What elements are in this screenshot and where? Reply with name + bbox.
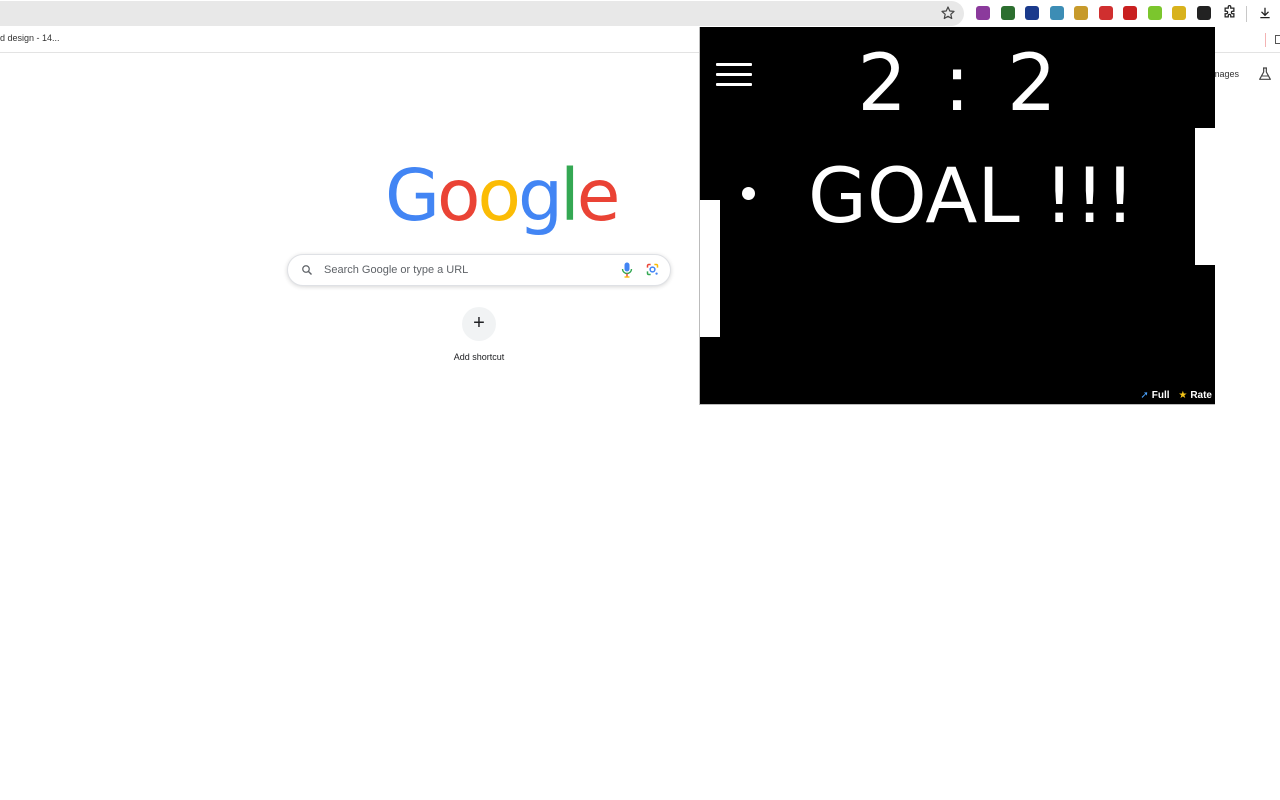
add-shortcut-label: Add shortcut [453, 352, 505, 362]
address-bar[interactable] [0, 1, 964, 26]
logo-letter: g [517, 154, 563, 237]
bookmarks-separator [1265, 33, 1266, 47]
ext-icon-2[interactable] [1001, 6, 1015, 20]
ext-icon-10[interactable] [1197, 6, 1211, 20]
google-logo: Google [385, 158, 620, 234]
search-box[interactable] [287, 254, 671, 286]
ball [742, 187, 755, 200]
logo-letter: e [576, 154, 621, 237]
game-footer: ➚ Full ★ Rate [1134, 390, 1212, 401]
fullscreen-icon: ➚ [1140, 389, 1149, 401]
logo-letter: o [477, 154, 520, 237]
fullscreen-button[interactable]: ➚ Full [1140, 390, 1169, 401]
ext-icon-3[interactable] [1025, 6, 1039, 20]
logo-letter: l [560, 154, 580, 237]
ext-icon-7[interactable] [1123, 6, 1137, 20]
search-input[interactable] [322, 256, 616, 284]
pong-game-popup[interactable]: 2 : 2 GOAL !!! ➚ Full ★ Rate [699, 27, 1215, 405]
puzzle-extensions-icon[interactable] [1222, 5, 1237, 20]
ext-icon-6[interactable] [1099, 6, 1113, 20]
bookmark-star-icon[interactable] [940, 5, 956, 21]
search-icon [302, 265, 312, 275]
labs-flask-icon[interactable] [1257, 66, 1273, 82]
goal-message: GOAL !!! [808, 151, 1136, 240]
logo-letter: o [437, 154, 480, 237]
score-display: 2 : 2 [700, 39, 1215, 129]
add-shortcut-button[interactable]: + [462, 307, 496, 341]
folder-icon[interactable] [1275, 35, 1280, 44]
download-icon[interactable] [1258, 6, 1272, 20]
ext-icon-9[interactable] [1172, 6, 1186, 20]
toolbar-separator [1246, 6, 1247, 22]
score-left: 2 [857, 39, 910, 129]
ext-icon-1[interactable] [976, 6, 990, 20]
score-right: 2 [1006, 39, 1059, 129]
rate-label: Rate [1190, 389, 1212, 401]
microphone-icon[interactable] [621, 262, 633, 278]
browser-toolbar [0, 0, 1280, 27]
images-link[interactable]: mages [1212, 69, 1239, 79]
fullscreen-label: Full [1151, 389, 1170, 401]
score-separator: : [943, 39, 973, 129]
logo-letter: G [385, 154, 440, 237]
ext-icon-4[interactable] [1050, 6, 1064, 20]
right-paddle [1195, 128, 1215, 265]
ext-icon-5[interactable] [1074, 6, 1088, 20]
star-icon: ★ [1178, 389, 1188, 401]
ext-icon-8[interactable] [1148, 6, 1162, 20]
google-lens-icon[interactable] [645, 262, 660, 277]
left-paddle [700, 200, 720, 337]
add-shortcut-tile[interactable]: + Add shortcut [444, 307, 514, 367]
bookmark-item[interactable]: d design - 14... [0, 33, 60, 43]
rate-button[interactable]: ★ Rate [1178, 390, 1212, 401]
plus-icon: + [473, 312, 485, 334]
